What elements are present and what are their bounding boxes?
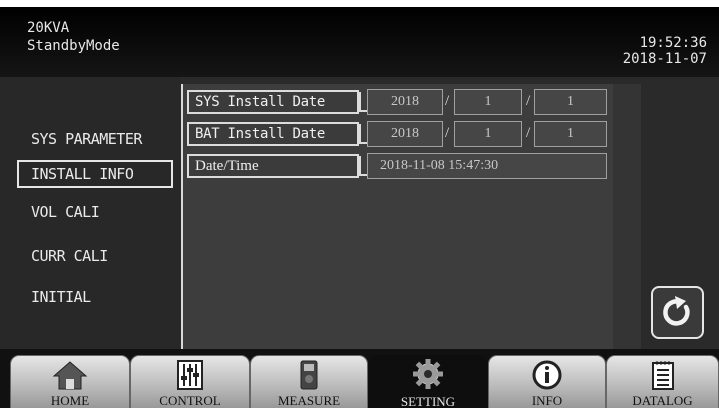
- sidebar-item-vol-cali[interactable]: VOL CALI: [31, 203, 100, 221]
- tab-setting[interactable]: SETTING: [368, 355, 488, 408]
- date-time-label: Date/Time: [187, 154, 359, 178]
- tab-measure[interactable]: MEASURE: [250, 355, 368, 408]
- tab-info[interactable]: INFO: [488, 355, 606, 408]
- status-header: 20KVA StandbyMode 19:52:36 2018-11-07: [0, 7, 719, 77]
- bat-install-year-field[interactable]: 2018: [367, 121, 443, 147]
- gear-icon: [413, 359, 443, 389]
- sys-install-year-field[interactable]: 2018: [367, 89, 443, 115]
- info-icon: [532, 360, 562, 390]
- refresh-icon: [663, 296, 690, 326]
- date-separator: /: [526, 125, 531, 141]
- sys-install-day-field[interactable]: 1: [534, 89, 607, 115]
- date-separator: /: [526, 93, 531, 109]
- ups-screen: 20KVA StandbyMode 19:52:36 2018-11-07 SY…: [0, 7, 719, 408]
- date-separator: /: [445, 125, 450, 141]
- clock-time: 19:52:36: [639, 35, 707, 51]
- tab-datalog[interactable]: DATALOG: [606, 355, 719, 408]
- tab-label-datalog: DATALOG: [632, 393, 693, 408]
- tab-label-setting: SETTING: [400, 394, 456, 408]
- mode-label: StandbyMode: [27, 38, 120, 54]
- sidebar-item-install-info[interactable]: INSTALL INFO: [17, 160, 173, 188]
- bottom-tab-bar: HOME CONTROL MEASURE SETTING INFO DATALO…: [0, 349, 719, 408]
- home-icon: [52, 361, 88, 390]
- model-label: 20KVA: [27, 20, 70, 36]
- connector: [359, 156, 361, 176]
- tab-label-info: INFO: [531, 393, 563, 408]
- connector: [359, 92, 361, 112]
- bat-install-month-field[interactable]: 1: [454, 121, 522, 147]
- connector: [359, 124, 361, 144]
- bat-install-date-label: BAT Install Date: [187, 122, 359, 146]
- sys-install-date-label: SYS Install Date: [187, 90, 359, 114]
- tab-label-control: CONTROL: [159, 393, 221, 408]
- meter-icon: [300, 360, 318, 390]
- refresh-button[interactable]: [651, 286, 704, 339]
- sidebar-item-initial[interactable]: INITIAL: [31, 288, 91, 306]
- settings-content: SYS PARAMETER INSTALL INFO VOL CALI CURR…: [0, 77, 719, 350]
- date-separator: /: [445, 93, 450, 109]
- install-info-panel: SYS Install Date 2018 / 1 / 1 BAT Instal…: [183, 84, 613, 349]
- sidebar-item-sys-parameter[interactable]: SYS PARAMETER: [31, 130, 142, 148]
- tab-home[interactable]: HOME: [10, 355, 130, 408]
- settings-sidebar: SYS PARAMETER INSTALL INFO VOL CALI CURR…: [0, 77, 181, 349]
- control-sliders-icon: [177, 360, 203, 390]
- clock-date: 2018-11-07: [622, 51, 707, 67]
- panel-scroll-area: [613, 84, 641, 349]
- bat-install-day-field[interactable]: 1: [534, 121, 607, 147]
- tab-label-measure: MEASURE: [277, 393, 341, 408]
- tab-control[interactable]: CONTROL: [130, 355, 250, 408]
- tab-label-home: HOME: [50, 393, 90, 408]
- datalog-icon: [651, 361, 674, 390]
- sys-install-month-field[interactable]: 1: [454, 89, 522, 115]
- date-time-field[interactable]: 2018-11-08 15:47:30: [367, 153, 607, 179]
- sidebar-item-curr-cali[interactable]: CURR CALI: [31, 247, 108, 265]
